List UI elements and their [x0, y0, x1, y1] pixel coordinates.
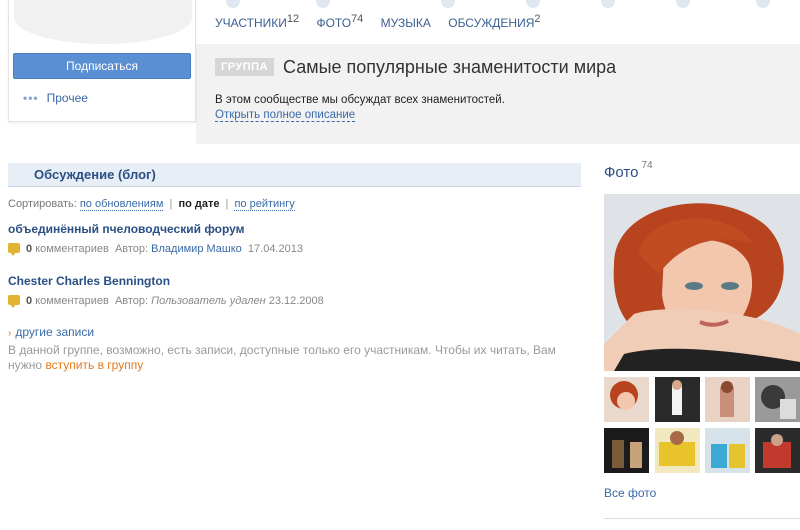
comment-icon [8, 295, 20, 308]
decor-dot [316, 0, 330, 8]
sort-separator: | [225, 198, 229, 210]
photos-heading[interactable]: Фото 74 [604, 160, 653, 181]
thumbnail-image [655, 377, 700, 422]
photo-thumbnail[interactable] [655, 428, 700, 473]
author-label: Автор: [114, 295, 149, 307]
thumbnail-image [604, 428, 649, 473]
open-description-link[interactable]: Открыть полное описание [215, 109, 356, 122]
tab-label: Музыка [380, 16, 431, 30]
group-badge: ГРУППА [215, 58, 275, 76]
comment-count: 0 [26, 243, 33, 255]
decor-dot [526, 0, 540, 8]
group-avatar-card: Подписаться ••• Прочее [8, 0, 196, 122]
photos-count: 74 [641, 160, 653, 171]
author-link[interactable]: Владимир Машко [151, 243, 242, 255]
photo-thumbnail[interactable] [705, 377, 750, 422]
tab-photos[interactable]: Фото74 [316, 13, 364, 30]
author-label: Автор: [114, 243, 149, 255]
dots-icon: ••• [23, 91, 39, 105]
post-date: 17.04.2013 [247, 243, 303, 255]
page-title: Самые популярные знаменитости мира [283, 57, 617, 77]
post-title[interactable]: Chester Charles Bennington [8, 274, 170, 288]
post-meta: 0 комментариев Автор: Пользователь удале… [8, 294, 324, 308]
group-tabs: Участники12 Фото74 Музыка Обсуждения2 [215, 13, 555, 30]
group-description: В этом сообществе мы обсуждат всех знаме… [215, 94, 505, 106]
tab-music[interactable]: Музыка [381, 16, 431, 30]
comment-icon [8, 243, 20, 256]
sort-separator: | [169, 198, 173, 210]
photo-thumbnail[interactable] [655, 377, 700, 422]
other-posts-link[interactable]: › другие записи [8, 325, 94, 339]
photos-heading-label: Фото [604, 164, 639, 181]
photo-thumbnail[interactable] [755, 377, 800, 422]
sort-by-updates[interactable]: по обновлениям [79, 198, 164, 211]
all-photos-link[interactable]: Все фото [604, 486, 656, 500]
thumbnail-image [705, 428, 750, 473]
tab-count: 2 [534, 13, 541, 25]
join-group-link[interactable]: вступить в группу [45, 358, 143, 372]
tab-label: Фото [316, 16, 352, 30]
portrait-image [604, 194, 800, 371]
discussion-header: Обсуждение (блог) [8, 163, 581, 187]
sort-label: Сортировать: [8, 198, 77, 210]
subscribe-button[interactable]: Подписаться [13, 53, 191, 79]
post-title[interactable]: объединённый пчеловодческий форум [8, 222, 245, 236]
arrow-right-icon: › [8, 328, 12, 339]
more-menu[interactable]: ••• Прочее [23, 91, 88, 105]
tab-count: 74 [351, 13, 364, 25]
thumbnail-image [705, 377, 750, 422]
comment-count: 0 [26, 295, 33, 307]
photo-thumbnail[interactable] [604, 377, 649, 422]
decor-dot [226, 0, 240, 8]
thumbnail-image [755, 428, 800, 473]
photo-thumbnail[interactable] [705, 428, 750, 473]
comments-label: комментариев [35, 295, 109, 307]
avatar [14, 0, 192, 44]
sort-bar: Сортировать: по обновлениям | по дате | … [8, 198, 295, 211]
main-photo[interactable] [604, 194, 800, 371]
thumbnail-image [655, 428, 700, 473]
members-only-notice: В данной группе, возможно, есть записи, … [8, 343, 573, 373]
tab-label: Участники [215, 16, 287, 30]
thumbnail-image [604, 377, 649, 422]
photo-thumbnail[interactable] [755, 428, 800, 473]
author-deleted: Пользователь удален [151, 295, 266, 307]
decor-dot [601, 0, 615, 8]
other-posts-label: другие записи [15, 325, 95, 339]
tab-members[interactable]: Участники12 [215, 13, 300, 30]
sort-by-rating[interactable]: по рейтингу [234, 198, 295, 211]
photo-thumbnail[interactable] [604, 428, 649, 473]
sort-by-date: по дате [178, 198, 220, 210]
post-meta: 0 комментариев Автор: Владимир Машко 17.… [8, 242, 303, 256]
tab-discussions[interactable]: Обсуждения2 [448, 13, 541, 30]
decor-dot [676, 0, 690, 8]
decor-dot [441, 0, 455, 8]
discussion-title[interactable]: Обсуждение (блог) [34, 167, 156, 182]
comments-label: комментариев [35, 243, 109, 255]
post-date: 23.12.2008 [268, 295, 324, 307]
tab-count: 12 [286, 13, 300, 25]
more-label: Прочее [46, 91, 88, 105]
divider [604, 518, 800, 519]
thumbnail-image [755, 377, 800, 422]
tab-label: Обсуждения [448, 16, 535, 30]
decor-dot [756, 0, 770, 8]
